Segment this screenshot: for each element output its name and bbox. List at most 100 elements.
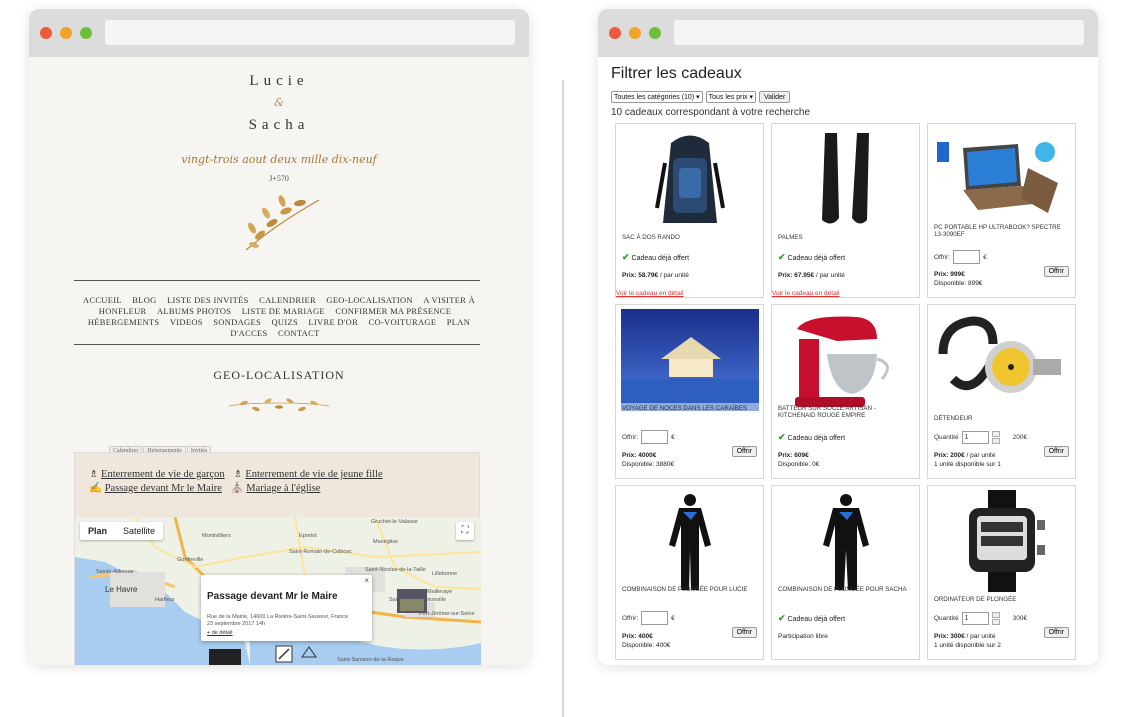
nav-liste-invites[interactable]: LISTE DES INVITÉS <box>167 295 249 305</box>
address-bar[interactable] <box>105 20 515 45</box>
quantity-label: Quantité <box>934 434 959 441</box>
map-photo-marker-icon[interactable] <box>209 649 241 665</box>
currency-label: € <box>671 614 675 622</box>
nav-sondages[interactable]: SONDAGES <box>213 317 261 327</box>
nav-hebergements[interactable]: HÉBERGEMENTS <box>88 317 160 327</box>
nav-calendrier[interactable]: CALENDRIER <box>259 295 316 305</box>
offer-button[interactable]: Offrir <box>1043 266 1069 277</box>
quantity-input[interactable]: 1 <box>961 612 989 625</box>
gift-offered-status: ✔ Cadeau déjà offert <box>778 432 845 443</box>
map-plan-button[interactable]: Plan <box>80 522 115 540</box>
map-photo-marker-icon[interactable] <box>397 589 427 613</box>
nav-liste-mariage[interactable]: LISTE DE MARIAGE <box>242 306 325 316</box>
gift-price: Participation libre <box>778 632 828 641</box>
gift-name: Batteur sur socle Artisan - KitchenAid r… <box>778 405 876 419</box>
nav-confirmer[interactable]: CONFIRMER MA PRÉSENCE <box>335 306 451 316</box>
backpack-image[interactable] <box>621 128 759 230</box>
offer-row: Offrir: € <box>622 611 675 625</box>
map-label: Le Havre <box>105 585 138 594</box>
currency-label: € <box>671 433 675 441</box>
gift-name: Combinaison de plongée pour Sacha <box>778 586 907 593</box>
stepper-down-icon[interactable] <box>991 438 1000 444</box>
link-mairie[interactable]: Passage devant Mr le Maire <box>105 483 222 494</box>
popup-detail-link[interactable]: + de détail <box>207 630 233 636</box>
offer-button[interactable]: Offrir <box>731 627 757 638</box>
nav-covoiturage[interactable]: CO-VOITURAGE <box>369 317 437 327</box>
link-eglise[interactable]: Mariage à l'église <box>246 483 320 494</box>
offer-button[interactable]: Offrir <box>1043 627 1069 638</box>
offer-button[interactable]: Offrir <box>731 446 757 457</box>
fullscreen-icon[interactable]: ⛶ <box>456 522 474 540</box>
nav-videos[interactable]: VIDEOS <box>170 317 203 327</box>
dive-computer-image[interactable] <box>933 490 1071 592</box>
party-marker-icon[interactable] <box>301 645 317 659</box>
minimize-dot-icon[interactable] <box>60 27 72 39</box>
quantity-stepper[interactable] <box>991 612 1000 625</box>
party-icon: ♗ <box>89 469 99 480</box>
offer-label: Offrir: <box>622 614 639 622</box>
nav-geolocalisation[interactable]: GEO-LOCALISATION <box>326 295 412 305</box>
stepper-up-icon[interactable] <box>991 431 1000 437</box>
gift-name: PC portable HP Ultrabook? Spectre 13-309… <box>934 224 1061 238</box>
google-map[interactable]: Gruchet-le-Valasse Montivilliers Epretot… <box>75 517 481 665</box>
gift-name: Combinaison de plongée pour Lucie <box>622 586 748 593</box>
close-icon[interactable]: × <box>364 576 369 585</box>
price-value: Prix: 200€ <box>934 452 965 459</box>
laptop-image[interactable] <box>933 128 1071 230</box>
page-title: Filtrer les cadeaux <box>611 65 742 82</box>
day-counter: J+570 <box>269 174 289 183</box>
quantity-row: Quantité 1 300€ <box>934 612 1027 625</box>
browser-titlebar <box>598 9 1098 57</box>
nav-albums-photos[interactable]: ALBUMS PHOTOS <box>157 306 231 316</box>
availability: Disponible: 400€ <box>622 642 671 649</box>
validate-button[interactable]: Valider <box>759 91 791 103</box>
quantity-label: Quantité <box>934 615 959 622</box>
offer-button[interactable]: Offrir <box>1043 446 1069 457</box>
quantity-input[interactable]: 1 <box>961 431 989 444</box>
stepper-down-icon[interactable] <box>991 619 1000 625</box>
popup-address-line: Rue de la Mairie, 14600 La Rivière-Saint… <box>207 614 349 620</box>
fins-image[interactable] <box>777 128 915 230</box>
gift-detail-link[interactable]: Voir le cadeau en détail <box>616 290 684 297</box>
quantity-stepper[interactable] <box>991 431 1000 444</box>
gift-detail-link[interactable]: Voir le cadeau en détail <box>772 290 840 297</box>
ampersand: & <box>274 96 284 109</box>
stepper-up-icon[interactable] <box>991 612 1000 618</box>
result-count: 10 cadeaux correspondant à votre recherc… <box>611 107 811 118</box>
address-bar[interactable] <box>674 20 1084 45</box>
map-label: Saint-Samson-de-la-Roque <box>337 657 404 663</box>
currency-label: € <box>983 253 987 261</box>
offer-amount-input[interactable] <box>641 430 669 444</box>
nav-contact[interactable]: CONTACT <box>278 328 320 338</box>
minimize-dot-icon[interactable] <box>629 27 641 39</box>
pen-marker-icon[interactable] <box>275 645 293 663</box>
close-dot-icon[interactable] <box>609 27 621 39</box>
wetsuit-image[interactable] <box>621 490 759 592</box>
maximize-dot-icon[interactable] <box>80 27 92 39</box>
nav-livre-or[interactable]: LIVRE D'OR <box>308 317 358 327</box>
nav-bottom-divider <box>74 344 480 345</box>
gift-name: Ordinateur de plongée <box>934 596 1017 603</box>
link-evg[interactable]: Enterrement de vie de garçon <box>101 469 225 480</box>
offer-amount-input[interactable] <box>953 250 981 264</box>
browser-titlebar <box>29 9 529 57</box>
offer-amount-input[interactable] <box>641 611 669 625</box>
map-label: Gonfreville <box>177 557 204 563</box>
wetsuit-image[interactable] <box>777 490 915 592</box>
maximize-dot-icon[interactable] <box>649 27 661 39</box>
category-select[interactable]: Toutes les catégories (10) ▾ <box>611 91 703 103</box>
mixer-image[interactable] <box>777 309 915 411</box>
nav-accueil[interactable]: ACCUEIL <box>83 295 122 305</box>
nav-top-divider <box>74 280 480 281</box>
honeymoon-image[interactable] <box>621 309 759 411</box>
price-unit: / par unité <box>964 633 996 640</box>
nav-blog[interactable]: BLOG <box>132 295 156 305</box>
regulator-image[interactable] <box>933 309 1071 411</box>
gift-price: Prix: 4000€ Disponible: 3880€ <box>622 451 674 469</box>
link-evjf[interactable]: Enterrement de vie de jeune fille <box>245 469 382 480</box>
map-satellite-button[interactable]: Satellite <box>115 522 163 540</box>
price-select[interactable]: Tous les prix ▾ <box>705 91 756 103</box>
map-label: Saint-Romain-de-Colbosc <box>289 549 352 555</box>
nav-quizs[interactable]: QUIZS <box>271 317 298 327</box>
close-dot-icon[interactable] <box>40 27 52 39</box>
